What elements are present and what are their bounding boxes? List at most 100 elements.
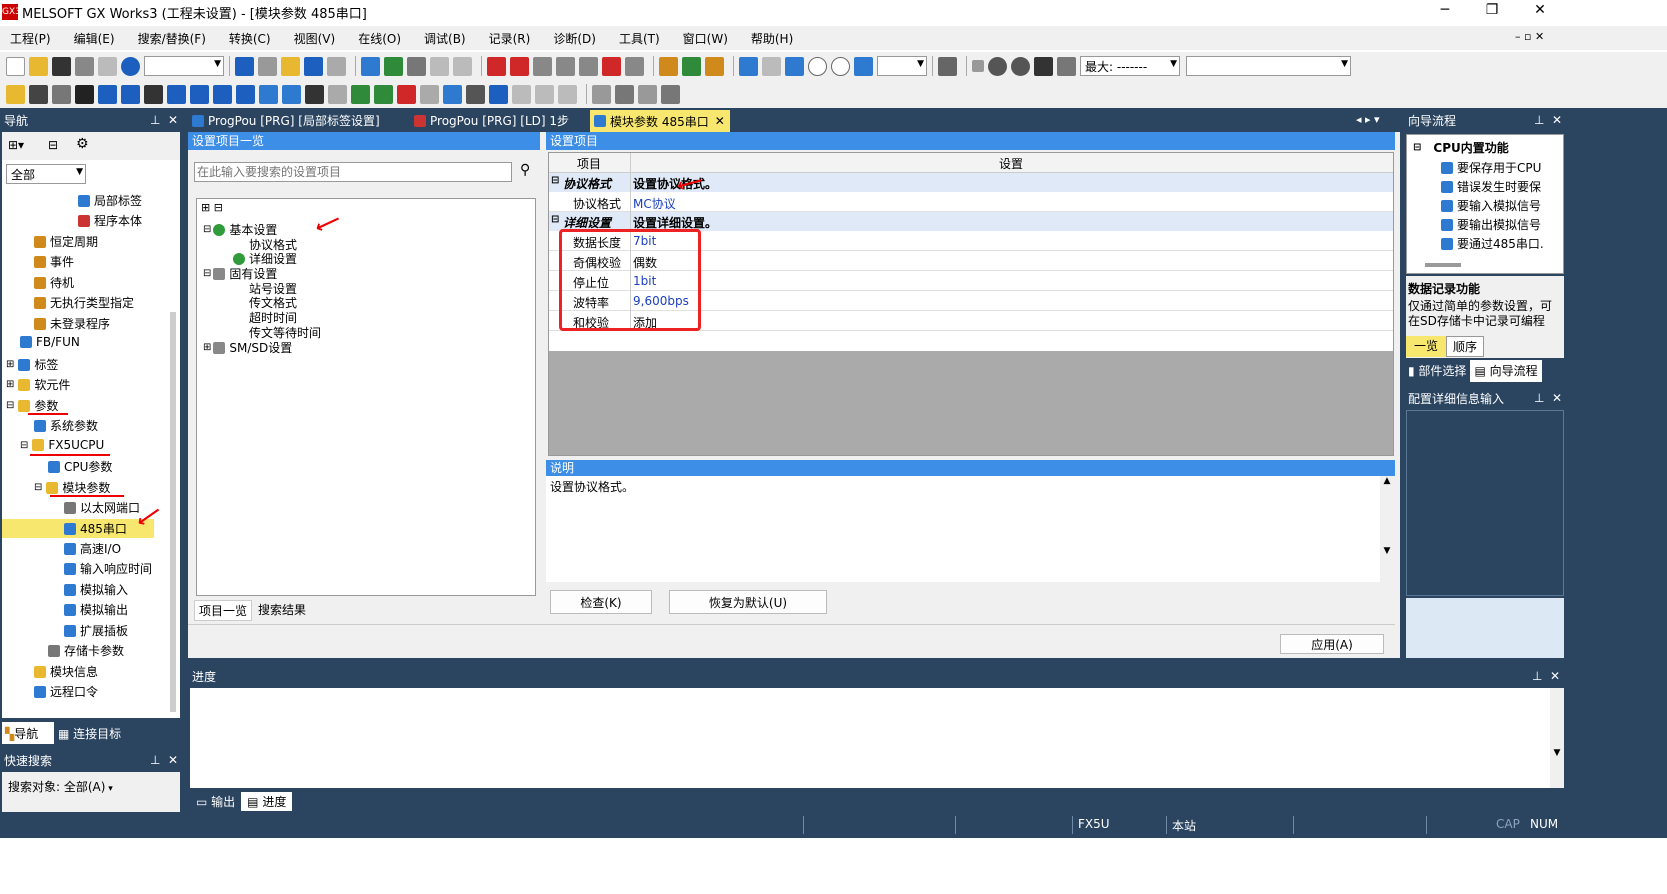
menu-online[interactable]: 在线(O) xyxy=(358,30,401,47)
tree-fbfun[interactable]: FB/FUN xyxy=(20,335,80,349)
verify-icon[interactable] xyxy=(533,56,552,76)
window2-icon[interactable] xyxy=(762,56,781,76)
guide-hscroll[interactable] xyxy=(1425,263,1461,267)
tab-module-param-485[interactable]: 模块参数 485串口 ✕ xyxy=(590,110,730,132)
menu-view[interactable]: 视图(V) xyxy=(294,30,336,47)
comm-icon[interactable] xyxy=(1034,56,1053,76)
write-plc-icon[interactable] xyxy=(487,56,506,76)
undo-icon[interactable] xyxy=(98,56,117,76)
label-icon[interactable] xyxy=(121,84,140,104)
undo2-icon[interactable] xyxy=(327,56,346,76)
tree-devices[interactable]: ⊞ 软元件 xyxy=(6,376,70,393)
menu-diagnostics[interactable]: 诊断(D) xyxy=(553,30,596,47)
tab-ladder[interactable]: ProgPou [PRG] [LD] 1步 xyxy=(414,112,569,129)
tool2-icon[interactable] xyxy=(420,84,439,104)
tree-high-speed-io[interactable]: 高速I/O xyxy=(64,540,121,557)
apply-button[interactable]: 应用(A) xyxy=(1280,634,1384,654)
zoom-in-icon[interactable] xyxy=(808,56,827,76)
tab-local-label[interactable]: ProgPou [PRG] [局部标签设置] xyxy=(192,112,380,129)
parameter-icon[interactable] xyxy=(52,84,71,104)
tab-overview[interactable]: 一览 xyxy=(1406,336,1447,357)
tab-sequence[interactable]: 顺序 xyxy=(1446,336,1485,357)
replace-icon[interactable] xyxy=(407,56,426,76)
tree-remote-password[interactable]: 远程口令 xyxy=(34,683,98,700)
nav-filter-select[interactable]: 全部 ▼ xyxy=(6,164,86,184)
io-icon[interactable] xyxy=(98,84,117,104)
tab-guide-flow[interactable]: ▤ 向导流程 xyxy=(1470,360,1542,382)
description-scrollbar[interactable]: ▲ ▼ xyxy=(1380,476,1394,582)
monitor-stop-icon[interactable] xyxy=(579,56,598,76)
tree-program-body[interactable]: 程序本体 xyxy=(78,212,142,229)
window3-icon[interactable] xyxy=(785,56,804,76)
pin-icon[interactable]: ⊥ xyxy=(1534,113,1544,127)
menu-project[interactable]: 工程(P) xyxy=(10,30,51,47)
cross-ref-icon[interactable] xyxy=(430,56,449,76)
tree-expansion-board[interactable]: 扩展插板 xyxy=(64,622,128,639)
menu-help[interactable]: 帮助(H) xyxy=(751,30,793,47)
tree-system-param[interactable]: 系统参数 xyxy=(34,417,98,434)
project-icon[interactable] xyxy=(6,84,25,104)
tree-ethernet[interactable]: 以太网端口 xyxy=(64,499,140,516)
nav-scrollbar[interactable] xyxy=(170,312,176,712)
scope-icon[interactable] xyxy=(466,84,485,104)
maximize-button[interactable]: ❐ xyxy=(1472,2,1512,18)
tree-fx5ucpu[interactable]: ⊟ FX5UCPU xyxy=(20,438,104,452)
tree-local-label[interactable]: 局部标签 xyxy=(78,192,142,209)
tree-memory-card[interactable]: 存储卡参数 xyxy=(48,642,124,659)
tree-no-exec-type[interactable]: 无执行类型指定 xyxy=(34,294,134,311)
tree-unregistered[interactable]: 未登录程序 xyxy=(34,315,110,332)
tree-module-info[interactable]: 模块信息 xyxy=(34,663,98,680)
tree-event[interactable]: 事件 xyxy=(34,253,74,270)
tree-485-serial[interactable]: 485串口 xyxy=(2,519,154,538)
device-search-icon[interactable] xyxy=(361,56,380,76)
progress-scrollbar[interactable]: ▼ xyxy=(1550,688,1564,788)
simulation-icon[interactable] xyxy=(625,56,644,76)
panel2-icon[interactable] xyxy=(615,84,634,104)
window-icon[interactable] xyxy=(739,56,758,76)
minimize-button[interactable]: ─ xyxy=(1425,2,1465,18)
tab-progress[interactable]: ▤ 进度 xyxy=(241,792,293,811)
dev-monitor-icon[interactable] xyxy=(190,84,209,104)
dev-write-icon[interactable] xyxy=(213,84,232,104)
wave-icon[interactable] xyxy=(397,84,416,104)
tab-output[interactable]: ▭ 输出 xyxy=(190,792,241,811)
device-test-icon[interactable] xyxy=(602,56,621,76)
pin-icon[interactable]: ⊥ xyxy=(150,753,160,767)
stop-icon[interactable] xyxy=(972,60,984,72)
tab-connection[interactable]: ▦ 连接目标 xyxy=(58,725,121,742)
copy-icon[interactable] xyxy=(258,56,277,76)
row-value[interactable]: MC协议 xyxy=(633,195,676,212)
find-device-icon[interactable] xyxy=(489,84,508,104)
paste-icon[interactable] xyxy=(281,56,300,76)
tab-search-results[interactable]: 搜索结果 xyxy=(252,600,312,621)
layout2-icon[interactable] xyxy=(535,84,554,104)
device-icon[interactable] xyxy=(144,84,163,104)
close-icon[interactable]: ✕ xyxy=(1552,113,1562,127)
row-protocol-format[interactable]: 协议格式 MC协议 xyxy=(549,192,1393,212)
tree-labels[interactable]: ⊞ 标签 xyxy=(6,356,58,373)
search-target-dropdown[interactable]: 搜索对象: 全部(A) xyxy=(8,780,105,794)
device-list-icon[interactable] xyxy=(453,56,472,76)
menu-debug[interactable]: 调试(B) xyxy=(424,30,466,47)
menu-edit[interactable]: 编辑(E) xyxy=(74,30,115,47)
tab-close-icon[interactable]: ✕ xyxy=(715,114,725,128)
menu-convert[interactable]: 转换(C) xyxy=(229,30,271,47)
help-icon[interactable] xyxy=(121,56,140,76)
check-button[interactable]: 检查(K) xyxy=(550,590,652,614)
module-config-icon[interactable] xyxy=(29,84,48,104)
layout3-icon[interactable] xyxy=(558,84,577,104)
check-icon[interactable] xyxy=(988,56,1007,76)
panel3-icon[interactable] xyxy=(638,84,657,104)
redo-icon[interactable] xyxy=(304,56,323,76)
tree-module-param[interactable]: ⊟ 模块参数 xyxy=(34,479,110,496)
close-icon[interactable]: ✕ xyxy=(1552,391,1562,405)
dev-read-icon[interactable] xyxy=(236,84,255,104)
tab-navigation[interactable]: ▚导航 xyxy=(2,722,54,744)
close-icon[interactable]: ✕ xyxy=(1550,669,1560,683)
network-icon[interactable] xyxy=(443,84,462,104)
cpu-icon[interactable] xyxy=(75,84,94,104)
zoom-fit-icon[interactable] xyxy=(854,56,873,76)
nav-collapse-icon[interactable]: ⊟ xyxy=(48,138,58,152)
convert-all-icon[interactable] xyxy=(682,56,701,76)
read-plc-icon[interactable] xyxy=(510,56,529,76)
